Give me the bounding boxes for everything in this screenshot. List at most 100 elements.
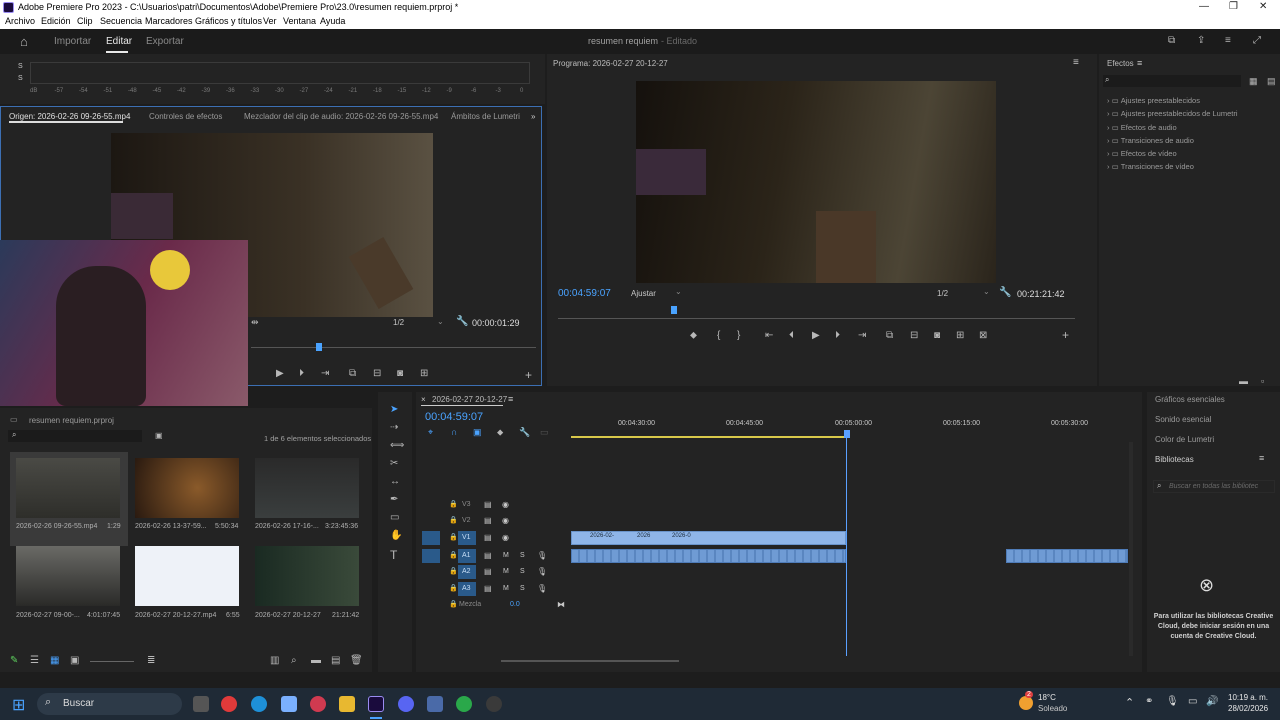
- menu-clip[interactable]: Clip: [77, 16, 93, 26]
- pen-tool-icon[interactable]: ✒: [390, 494, 398, 505]
- lock-icon[interactable]: 🔒: [449, 600, 458, 608]
- menu-ventana[interactable]: Ventana: [283, 16, 316, 26]
- effects-item[interactable]: › ▭ Efectos de audio: [1107, 121, 1277, 134]
- thumbnail[interactable]: [255, 458, 359, 518]
- solo-button[interactable]: S: [520, 585, 525, 592]
- play-icon[interactable]: ▶: [812, 330, 820, 341]
- add-button-icon[interactable]: +: [525, 368, 532, 382]
- home-icon[interactable]: ⌂: [20, 34, 28, 49]
- menu-archivo[interactable]: Archivo: [5, 16, 35, 26]
- chevron-down-icon[interactable]: ⌄: [983, 287, 990, 296]
- nest-icon[interactable]: ⌖: [428, 427, 433, 438]
- edge-icon[interactable]: [251, 696, 267, 712]
- close-icon[interactable]: ×: [421, 395, 426, 404]
- sync-lock-icon[interactable]: ▤: [484, 567, 492, 576]
- eye-icon[interactable]: ◉: [502, 516, 509, 525]
- go-to-out-icon[interactable]: ⇥: [858, 330, 866, 341]
- thumbnail[interactable]: [255, 546, 359, 606]
- sync-lock-icon[interactable]: ▤: [484, 516, 492, 525]
- button-editor-icon[interactable]: ⊞: [420, 368, 428, 379]
- chrome-icon[interactable]: [456, 696, 472, 712]
- library-search-input[interactable]: ⌕ Buscar en todas las bibliotec: [1153, 480, 1275, 493]
- mic-icon[interactable]: 🎙: [537, 551, 547, 560]
- tab-editar[interactable]: Editar: [106, 36, 132, 47]
- trash-icon[interactable]: 🗑: [350, 655, 363, 666]
- overwrite-icon[interactable]: ⊟: [373, 368, 381, 379]
- fit-dropdown[interactable]: Ajustar: [631, 289, 656, 298]
- add-button-icon[interactable]: +: [1062, 328, 1069, 342]
- video-clip-track-v1[interactable]: 2026-02- 2026 2026-0: [571, 531, 846, 545]
- solo-button[interactable]: S: [520, 552, 525, 559]
- tab-mezclador[interactable]: Mezclador del clip de audio: 2026-02-26 …: [244, 112, 438, 121]
- timeline-timecode[interactable]: 00:04:59:07: [425, 411, 483, 423]
- menu-marcadores[interactable]: Marcadores: [145, 16, 193, 26]
- sync-lock-icon[interactable]: ▤: [484, 551, 492, 560]
- sync-lock-icon[interactable]: ▤: [484, 584, 492, 593]
- lock-icon[interactable]: 🔒: [449, 533, 458, 541]
- premiere-taskbar-icon[interactable]: [368, 696, 384, 712]
- menu-edicion[interactable]: Edición: [41, 16, 71, 26]
- maximize-icon[interactable]: ❐: [1229, 1, 1238, 12]
- step-back-icon[interactable]: ⏴: [789, 330, 794, 341]
- panel-menu-icon[interactable]: ≡: [508, 394, 513, 404]
- menu-secuencia[interactable]: Secuencia: [100, 16, 142, 26]
- go-to-out-icon[interactable]: ⇥: [321, 368, 329, 379]
- snap-icon[interactable]: ∩: [451, 427, 457, 437]
- effects-search-input[interactable]: ⌕: [1103, 75, 1241, 87]
- settings-wrench-icon[interactable]: 🔧: [519, 427, 530, 438]
- razor-tool-icon[interactable]: ✂: [390, 458, 398, 469]
- app-icon[interactable]: [427, 696, 443, 712]
- type-tool-icon[interactable]: T: [390, 548, 397, 562]
- fullscreen-icon[interactable]: ⤢: [1253, 35, 1261, 46]
- horizontal-zoom-scrollbar[interactable]: [501, 660, 679, 662]
- find-icon[interactable]: ⌕: [291, 655, 297, 666]
- chevron-up-icon[interactable]: ⌃: [1125, 696, 1134, 709]
- add-marker-icon[interactable]: ⬥: [497, 427, 503, 438]
- menu-ayuda[interactable]: Ayuda: [320, 16, 345, 26]
- tab-controles-efectos[interactable]: Controles de efectos: [149, 112, 222, 121]
- preset-bin-icon[interactable]: ▦: [1249, 76, 1258, 87]
- wrench-icon[interactable]: 🔧: [456, 316, 468, 327]
- source-patch-a1[interactable]: [422, 549, 440, 563]
- play-icon[interactable]: ▶: [276, 368, 284, 379]
- thumbnail[interactable]: [135, 546, 239, 606]
- share-icon[interactable]: ⇪: [1197, 35, 1205, 46]
- program-playhead[interactable]: [671, 306, 677, 314]
- mic-icon[interactable]: 🎙: [537, 584, 547, 593]
- wrench-icon[interactable]: 🔧: [999, 287, 1011, 298]
- weather-icon[interactable]: [1019, 696, 1033, 710]
- slip-tool-icon[interactable]: ↔: [390, 476, 400, 487]
- source-resolution[interactable]: 1/2: [393, 318, 404, 327]
- freeform-view-icon[interactable]: ▣: [70, 655, 79, 666]
- mix-value[interactable]: 0.0: [510, 601, 520, 608]
- source-scrub-bar[interactable]: [251, 347, 536, 348]
- go-to-in-icon[interactable]: ⇤: [765, 330, 773, 341]
- volume-icon[interactable]: 🔊: [1206, 696, 1218, 707]
- eye-icon[interactable]: ◉: [502, 533, 509, 542]
- extract-icon[interactable]: ⊟: [910, 330, 918, 341]
- copilot-icon[interactable]: [281, 696, 297, 712]
- windows-start-icon[interactable]: ⊞: [12, 695, 25, 715]
- panel-bibliotecas[interactable]: Bibliotecas: [1155, 455, 1194, 464]
- export-frame-icon[interactable]: ◙: [934, 330, 940, 341]
- clock-date[interactable]: 28/02/2026: [1228, 704, 1268, 713]
- track-select-tool-icon[interactable]: ⇢: [390, 422, 398, 433]
- button-editor-icon[interactable]: ⊠: [979, 330, 987, 341]
- folder-icon[interactable]: ▬: [1239, 376, 1248, 386]
- new-item-icon[interactable]: ▤: [331, 655, 340, 666]
- effects-item[interactable]: › ▭ Transiciones de audio: [1107, 134, 1277, 147]
- sequence-name[interactable]: 2026-02-27 20-12-27: [432, 395, 507, 404]
- menu-graficos[interactable]: Gráficos y títulos: [195, 16, 262, 26]
- project-search-input[interactable]: ⌕: [8, 430, 142, 442]
- mark-out-icon[interactable]: }: [737, 330, 740, 341]
- new-bin-icon[interactable]: ▤: [1267, 76, 1276, 87]
- effects-item[interactable]: › ▭ Ajustes preestablecidos: [1107, 94, 1277, 107]
- panel-color-lumetri[interactable]: Color de Lumetri: [1155, 435, 1214, 444]
- step-forward-icon[interactable]: ⏵: [299, 368, 304, 379]
- program-scrub-bar[interactable]: [558, 318, 1075, 319]
- task-view-icon[interactable]: [193, 696, 209, 712]
- obs-icon[interactable]: [486, 696, 502, 712]
- mute-button[interactable]: M: [503, 552, 509, 559]
- mute-button[interactable]: M: [503, 585, 509, 592]
- discord-icon[interactable]: [398, 696, 414, 712]
